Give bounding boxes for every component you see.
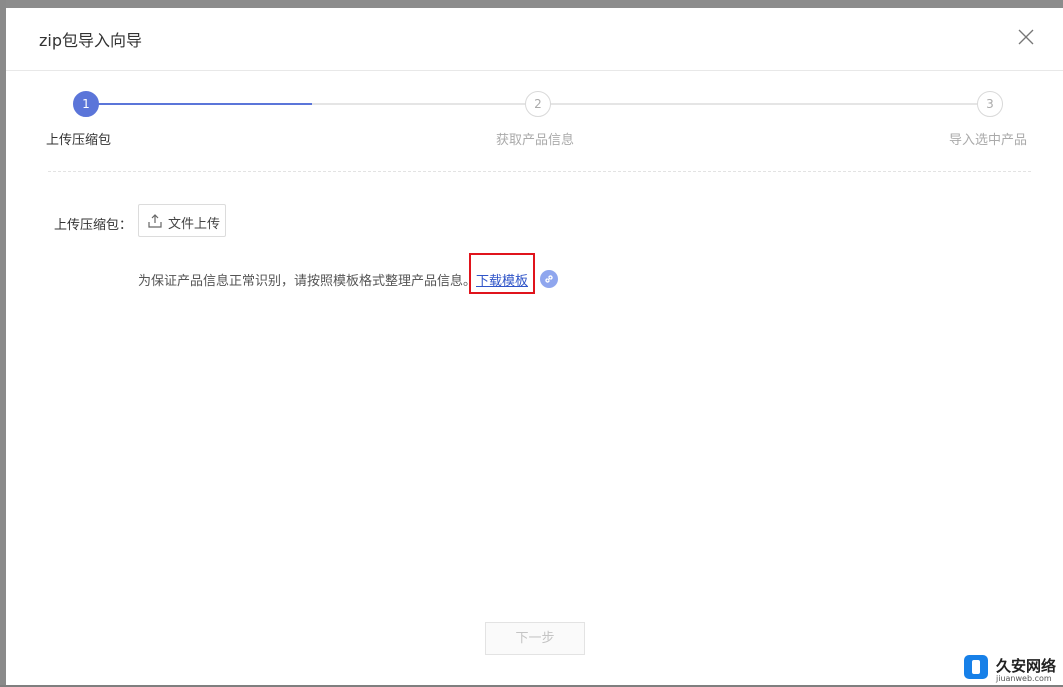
step-2-label: 获取产品信息: [496, 133, 575, 148]
close-icon[interactable]: [1017, 28, 1035, 46]
step-3-indicator: 3: [977, 91, 1003, 117]
section-divider: [48, 171, 1031, 172]
step-3-label: 导入选中产品: [949, 133, 1028, 148]
watermark-title: 久安网络: [996, 657, 1057, 675]
dialog-title: zip包导入向导: [39, 31, 143, 50]
watermark: 久安网络 jiuanweb.com: [964, 653, 1063, 687]
upload-field-label: 上传压缩包：: [54, 218, 133, 233]
step-connector-progress: [98, 103, 312, 105]
link-icon[interactable]: [540, 270, 558, 288]
upload-icon: [148, 214, 162, 228]
background-overlay-top: [0, 0, 1063, 8]
step-1-label: 上传压缩包: [46, 133, 112, 148]
download-template-link[interactable]: 下载模板: [476, 270, 528, 289]
watermark-logo: [964, 655, 988, 679]
step-2-indicator: 2: [525, 91, 551, 117]
watermark-subtitle: jiuanweb.com: [996, 674, 1052, 683]
next-step-button[interactable]: 下一步: [485, 622, 585, 655]
file-upload-button[interactable]: 文件上传: [138, 204, 226, 237]
file-upload-button-label: 文件上传: [168, 217, 221, 232]
template-hint-text: 为保证产品信息正常识别，请按照模板格式整理产品信息。: [138, 274, 477, 289]
step-connector-2: [551, 103, 984, 105]
step-1-indicator: 1: [73, 91, 99, 117]
dialog-header: zip包导入向导: [6, 8, 1063, 71]
import-wizard-dialog: zip包导入向导 1 2 3 上传压缩包 获取产品信息 导入选中产品 上传压缩包…: [6, 8, 1063, 685]
